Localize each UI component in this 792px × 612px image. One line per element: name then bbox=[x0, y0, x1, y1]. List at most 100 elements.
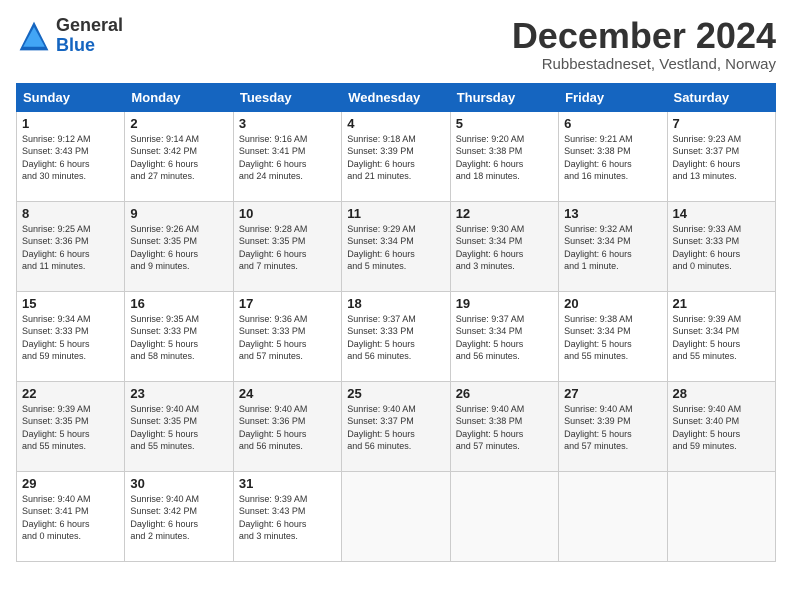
day-info: Sunrise: 9:37 AM Sunset: 3:34 PM Dayligh… bbox=[456, 313, 553, 363]
calendar-cell: 30 Sunrise: 9:40 AM Sunset: 3:42 PM Dayli… bbox=[125, 471, 233, 561]
calendar-cell: 14 Sunrise: 9:33 AM Sunset: 3:33 PM Dayli… bbox=[667, 201, 775, 291]
calendar-cell: 4 Sunrise: 9:18 AM Sunset: 3:39 PM Daylig… bbox=[342, 111, 450, 201]
day-number: 14 bbox=[673, 206, 770, 221]
weekday-header-monday: Monday bbox=[125, 83, 233, 111]
day-info: Sunrise: 9:18 AM Sunset: 3:39 PM Dayligh… bbox=[347, 133, 444, 183]
day-number: 1 bbox=[22, 116, 119, 131]
day-number: 11 bbox=[347, 206, 444, 221]
calendar-cell: 31 Sunrise: 9:39 AM Sunset: 3:43 PM Dayli… bbox=[233, 471, 341, 561]
day-number: 30 bbox=[130, 476, 227, 491]
calendar-cell: 11 Sunrise: 9:29 AM Sunset: 3:34 PM Dayli… bbox=[342, 201, 450, 291]
day-number: 27 bbox=[564, 386, 661, 401]
day-number: 22 bbox=[22, 386, 119, 401]
weekday-header-row: SundayMondayTuesdayWednesdayThursdayFrid… bbox=[17, 83, 776, 111]
calendar-cell bbox=[450, 471, 558, 561]
day-number: 7 bbox=[673, 116, 770, 131]
day-info: Sunrise: 9:39 AM Sunset: 3:34 PM Dayligh… bbox=[673, 313, 770, 363]
week-row-5: 29Sunrise: 9:40 AM Sunset: 3:41 PM Dayli… bbox=[17, 471, 776, 561]
calendar-cell: 22 Sunrise: 9:39 AM Sunset: 3:35 PM Dayli… bbox=[17, 381, 125, 471]
calendar-cell: 9 Sunrise: 9:26 AM Sunset: 3:35 PM Daylig… bbox=[125, 201, 233, 291]
day-number: 10 bbox=[239, 206, 336, 221]
day-info: Sunrise: 9:33 AM Sunset: 3:33 PM Dayligh… bbox=[673, 223, 770, 273]
day-number: 18 bbox=[347, 296, 444, 311]
weekday-header-sunday: Sunday bbox=[17, 83, 125, 111]
calendar-cell: 16 Sunrise: 9:35 AM Sunset: 3:33 PM Dayli… bbox=[125, 291, 233, 381]
day-info: Sunrise: 9:35 AM Sunset: 3:33 PM Dayligh… bbox=[130, 313, 227, 363]
day-info: Sunrise: 9:20 AM Sunset: 3:38 PM Dayligh… bbox=[456, 133, 553, 183]
calendar-cell: 2Sunrise: 9:14 AM Sunset: 3:42 PM Daylig… bbox=[125, 111, 233, 201]
day-info: Sunrise: 9:14 AM Sunset: 3:42 PM Dayligh… bbox=[130, 133, 227, 183]
calendar-cell: 13 Sunrise: 9:32 AM Sunset: 3:34 PM Dayli… bbox=[559, 201, 667, 291]
day-number: 31 bbox=[239, 476, 336, 491]
day-info: Sunrise: 9:40 AM Sunset: 3:35 PM Dayligh… bbox=[130, 403, 227, 453]
calendar-cell: 18 Sunrise: 9:37 AM Sunset: 3:33 PM Dayli… bbox=[342, 291, 450, 381]
day-info: Sunrise: 9:37 AM Sunset: 3:33 PM Dayligh… bbox=[347, 313, 444, 363]
page-header: General Blue December 2024 Rubbestadnese… bbox=[16, 16, 776, 73]
week-row-1: 1 Sunrise: 9:12 AM Sunset: 3:43 PM Daylig… bbox=[17, 111, 776, 201]
day-number: 3 bbox=[239, 116, 336, 131]
calendar-cell: 29Sunrise: 9:40 AM Sunset: 3:41 PM Dayli… bbox=[17, 471, 125, 561]
day-number: 17 bbox=[239, 296, 336, 311]
day-number: 15 bbox=[22, 296, 119, 311]
day-number: 8 bbox=[22, 206, 119, 221]
calendar-cell: 28 Sunrise: 9:40 AM Sunset: 3:40 PM Dayli… bbox=[667, 381, 775, 471]
calendar-cell: 5Sunrise: 9:20 AM Sunset: 3:38 PM Daylig… bbox=[450, 111, 558, 201]
day-number: 4 bbox=[347, 116, 444, 131]
calendar-cell bbox=[667, 471, 775, 561]
day-number: 26 bbox=[456, 386, 553, 401]
calendar-cell: 23 Sunrise: 9:40 AM Sunset: 3:35 PM Dayli… bbox=[125, 381, 233, 471]
calendar-cell: 12 Sunrise: 9:30 AM Sunset: 3:34 PM Dayli… bbox=[450, 201, 558, 291]
day-number: 6 bbox=[564, 116, 661, 131]
location: Rubbestadneset, Vestland, Norway bbox=[512, 56, 776, 73]
calendar-cell: 8 Sunrise: 9:25 AM Sunset: 3:36 PM Daylig… bbox=[17, 201, 125, 291]
calendar-cell: 6 Sunrise: 9:21 AM Sunset: 3:38 PM Daylig… bbox=[559, 111, 667, 201]
calendar: SundayMondayTuesdayWednesdayThursdayFrid… bbox=[16, 83, 776, 562]
calendar-cell: 3Sunrise: 9:16 AM Sunset: 3:41 PM Daylig… bbox=[233, 111, 341, 201]
day-number: 20 bbox=[564, 296, 661, 311]
day-info: Sunrise: 9:29 AM Sunset: 3:34 PM Dayligh… bbox=[347, 223, 444, 273]
day-info: Sunrise: 9:40 AM Sunset: 3:40 PM Dayligh… bbox=[673, 403, 770, 453]
day-info: Sunrise: 9:40 AM Sunset: 3:37 PM Dayligh… bbox=[347, 403, 444, 453]
logo-blue: Blue bbox=[56, 35, 95, 55]
day-number: 25 bbox=[347, 386, 444, 401]
weekday-header-tuesday: Tuesday bbox=[233, 83, 341, 111]
day-number: 16 bbox=[130, 296, 227, 311]
day-info: Sunrise: 9:32 AM Sunset: 3:34 PM Dayligh… bbox=[564, 223, 661, 273]
logo: General Blue bbox=[16, 16, 123, 56]
weekday-header-thursday: Thursday bbox=[450, 83, 558, 111]
calendar-cell: 1 Sunrise: 9:12 AM Sunset: 3:43 PM Daylig… bbox=[17, 111, 125, 201]
day-number: 19 bbox=[456, 296, 553, 311]
calendar-cell bbox=[559, 471, 667, 561]
day-info: Sunrise: 9:21 AM Sunset: 3:38 PM Dayligh… bbox=[564, 133, 661, 183]
day-info: Sunrise: 9:28 AM Sunset: 3:35 PM Dayligh… bbox=[239, 223, 336, 273]
day-info: Sunrise: 9:26 AM Sunset: 3:35 PM Dayligh… bbox=[130, 223, 227, 273]
week-row-4: 22 Sunrise: 9:39 AM Sunset: 3:35 PM Dayli… bbox=[17, 381, 776, 471]
day-number: 12 bbox=[456, 206, 553, 221]
calendar-cell bbox=[342, 471, 450, 561]
day-info: Sunrise: 9:12 AM Sunset: 3:43 PM Dayligh… bbox=[22, 133, 119, 183]
day-info: Sunrise: 9:40 AM Sunset: 3:38 PM Dayligh… bbox=[456, 403, 553, 453]
day-number: 9 bbox=[130, 206, 227, 221]
month-title: December 2024 bbox=[512, 16, 776, 56]
day-info: Sunrise: 9:39 AM Sunset: 3:43 PM Dayligh… bbox=[239, 493, 336, 543]
day-info: Sunrise: 9:25 AM Sunset: 3:36 PM Dayligh… bbox=[22, 223, 119, 273]
day-number: 28 bbox=[673, 386, 770, 401]
calendar-cell: 26 Sunrise: 9:40 AM Sunset: 3:38 PM Dayli… bbox=[450, 381, 558, 471]
logo-general: General bbox=[56, 15, 123, 35]
calendar-cell: 20Sunrise: 9:38 AM Sunset: 3:34 PM Dayli… bbox=[559, 291, 667, 381]
day-info: Sunrise: 9:39 AM Sunset: 3:35 PM Dayligh… bbox=[22, 403, 119, 453]
day-info: Sunrise: 9:40 AM Sunset: 3:41 PM Dayligh… bbox=[22, 493, 119, 543]
day-number: 23 bbox=[130, 386, 227, 401]
day-info: Sunrise: 9:30 AM Sunset: 3:34 PM Dayligh… bbox=[456, 223, 553, 273]
title-block: December 2024 Rubbestadneset, Vestland, … bbox=[512, 16, 776, 73]
week-row-2: 8 Sunrise: 9:25 AM Sunset: 3:36 PM Daylig… bbox=[17, 201, 776, 291]
calendar-cell: 17 Sunrise: 9:36 AM Sunset: 3:33 PM Dayli… bbox=[233, 291, 341, 381]
calendar-cell: 7Sunrise: 9:23 AM Sunset: 3:37 PM Daylig… bbox=[667, 111, 775, 201]
day-number: 13 bbox=[564, 206, 661, 221]
calendar-cell: 25 Sunrise: 9:40 AM Sunset: 3:37 PM Dayli… bbox=[342, 381, 450, 471]
day-info: Sunrise: 9:40 AM Sunset: 3:42 PM Dayligh… bbox=[130, 493, 227, 543]
logo-icon bbox=[16, 18, 52, 54]
calendar-cell: 27Sunrise: 9:40 AM Sunset: 3:39 PM Dayli… bbox=[559, 381, 667, 471]
calendar-cell: 21Sunrise: 9:39 AM Sunset: 3:34 PM Dayli… bbox=[667, 291, 775, 381]
day-info: Sunrise: 9:36 AM Sunset: 3:33 PM Dayligh… bbox=[239, 313, 336, 363]
